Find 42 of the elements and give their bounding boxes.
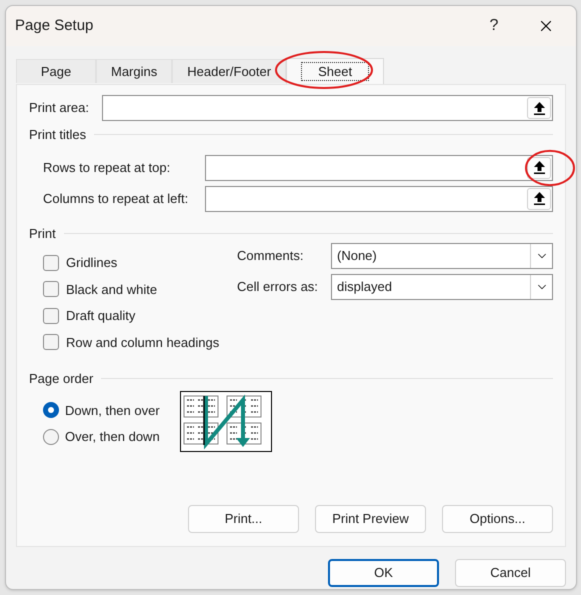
- checkbox-label: Draft quality: [66, 307, 136, 325]
- section-heading: Page order: [29, 370, 94, 388]
- field-label: Comments:: [237, 247, 304, 266]
- checkbox[interactable]: [43, 308, 59, 324]
- reference-input[interactable]: [102, 95, 553, 121]
- section-heading: Print titles: [29, 126, 86, 144]
- dialog-button[interactable]: Print Preview: [315, 505, 426, 533]
- tab[interactable]: Page: [16, 59, 96, 84]
- dialog-button[interactable]: Options...: [442, 505, 553, 533]
- field-label: Cell errors as:: [237, 278, 319, 296]
- tab[interactable]: Margins: [96, 59, 172, 84]
- field-label: Rows to repeat at top:: [43, 158, 172, 177]
- section-heading: Print: [29, 224, 56, 242]
- field-label: Print area:: [29, 99, 90, 118]
- radio-label: Over, then down: [65, 428, 160, 446]
- upload-arrow-icon: [534, 161, 544, 174]
- collapse-dialog-button[interactable]: [527, 188, 551, 210]
- checkbox[interactable]: [43, 334, 59, 350]
- radio-button[interactable]: [43, 428, 59, 445]
- collapse-dialog-button[interactable]: [527, 156, 551, 178]
- tab[interactable]: Header/Footer: [172, 59, 286, 84]
- dialog-button[interactable]: OK: [328, 559, 439, 587]
- checkbox[interactable]: [43, 254, 59, 271]
- collapse-dialog-button[interactable]: [527, 97, 551, 119]
- tab[interactable]: Sheet: [286, 58, 384, 84]
- checkbox-label: Row and column headings: [66, 334, 220, 352]
- dialog-button[interactable]: Print...: [188, 505, 299, 533]
- radio-button[interactable]: [43, 402, 59, 418]
- help-button[interactable]: ?: [476, 11, 512, 41]
- radio-label: Down, then over: [65, 402, 160, 420]
- checkbox-label: Gridlines: [66, 254, 118, 272]
- checkbox[interactable]: [43, 281, 59, 298]
- dropdown[interactable]: displayed: [331, 274, 553, 300]
- checkbox-label: Black and white: [66, 280, 158, 298]
- upload-arrow-icon: [534, 102, 544, 114]
- reference-input[interactable]: [205, 154, 553, 180]
- dropdown[interactable]: (None): [331, 243, 553, 269]
- dialog-button[interactable]: Cancel: [455, 559, 566, 587]
- window-title: Page Setup: [15, 16, 94, 36]
- field-label: Columns to repeat at left:: [43, 190, 190, 208]
- upload-arrow-icon: [534, 192, 544, 205]
- reference-input[interactable]: [205, 186, 553, 212]
